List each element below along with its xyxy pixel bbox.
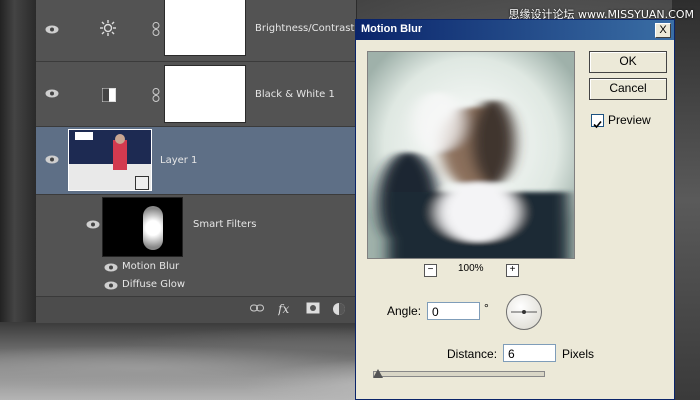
add-mask-icon[interactable] (306, 302, 320, 317)
distance-slider[interactable] (373, 371, 545, 377)
filter-mask-thumbnail[interactable] (102, 197, 183, 257)
filter-item-diffuse-glow[interactable]: Diffuse Glow (122, 279, 185, 290)
preview-label: Preview (608, 113, 651, 127)
sun-icon (100, 20, 116, 36)
eye-icon[interactable] (45, 89, 59, 98)
distance-input[interactable]: 6 (503, 344, 556, 362)
layer-row-smart-filters[interactable]: Smart Filters (36, 195, 356, 257)
zoom-out-button[interactable]: − (424, 264, 437, 277)
eye-icon[interactable] (104, 281, 118, 290)
zoom-in-button[interactable]: + (506, 264, 519, 277)
filter-preview[interactable] (367, 51, 575, 259)
chain-link-icon[interactable] (152, 21, 160, 36)
preview-checkbox[interactable] (591, 114, 604, 129)
distance-slider-thumb[interactable] (373, 369, 383, 378)
checkmark-icon (593, 120, 602, 129)
layers-panel: Brightness/Contrast 1 Black & White 1 La… (36, 0, 364, 323)
background-photo-right (672, 0, 700, 400)
layer-name: Layer 1 (160, 155, 198, 166)
angle-unit: ° (484, 301, 489, 315)
link-layers-icon[interactable] (250, 302, 264, 317)
layer-mask-thumbnail[interactable] (164, 65, 246, 123)
eye-icon[interactable] (45, 25, 59, 34)
layers-panel-footer: fx (36, 296, 356, 323)
layer-row-brightness-contrast[interactable]: Brightness/Contrast 1 (36, 0, 364, 62)
layer-name: Brightness/Contrast 1 (255, 23, 364, 34)
filter-list: Motion Blur Diffuse Glow (36, 256, 356, 296)
distance-label: Distance: (447, 347, 498, 361)
layer-row-black-white[interactable]: Black & White 1 (36, 62, 356, 127)
filter-item-motion-blur[interactable]: Motion Blur (122, 261, 179, 272)
layer-name: Smart Filters (193, 219, 257, 230)
close-button[interactable]: X (655, 23, 671, 38)
layer-row-layer-1[interactable]: Layer 1 (36, 127, 356, 195)
angle-dial[interactable] (506, 294, 542, 330)
smart-object-icon (135, 176, 149, 190)
layer-mask-thumbnail[interactable] (164, 0, 246, 56)
eye-icon[interactable] (45, 155, 59, 164)
zoom-level: 100% (458, 263, 484, 274)
dialog-title: Motion Blur (361, 23, 423, 35)
eye-icon[interactable] (86, 220, 100, 229)
angle-label: Angle: (387, 304, 422, 318)
distance-unit: Pixels (562, 347, 595, 361)
svg-text:fx: fx (278, 302, 289, 316)
ok-button[interactable]: OK (589, 51, 667, 73)
cancel-button[interactable]: Cancel (589, 78, 667, 100)
motion-blur-dialog: Motion Blur X − 100% + OK Cancel Preview… (355, 19, 675, 400)
fx-icon[interactable]: fx (277, 302, 294, 319)
chain-link-icon[interactable] (152, 87, 160, 102)
layer-name: Black & White 1 (255, 89, 335, 100)
dialog-titlebar[interactable]: Motion Blur X (356, 20, 674, 40)
adjustment-layer-icon[interactable] (332, 302, 346, 319)
eye-icon[interactable] (104, 263, 118, 272)
half-square-icon (102, 87, 118, 103)
layer-thumbnail[interactable] (68, 129, 152, 191)
angle-input[interactable]: 0 (427, 302, 480, 320)
